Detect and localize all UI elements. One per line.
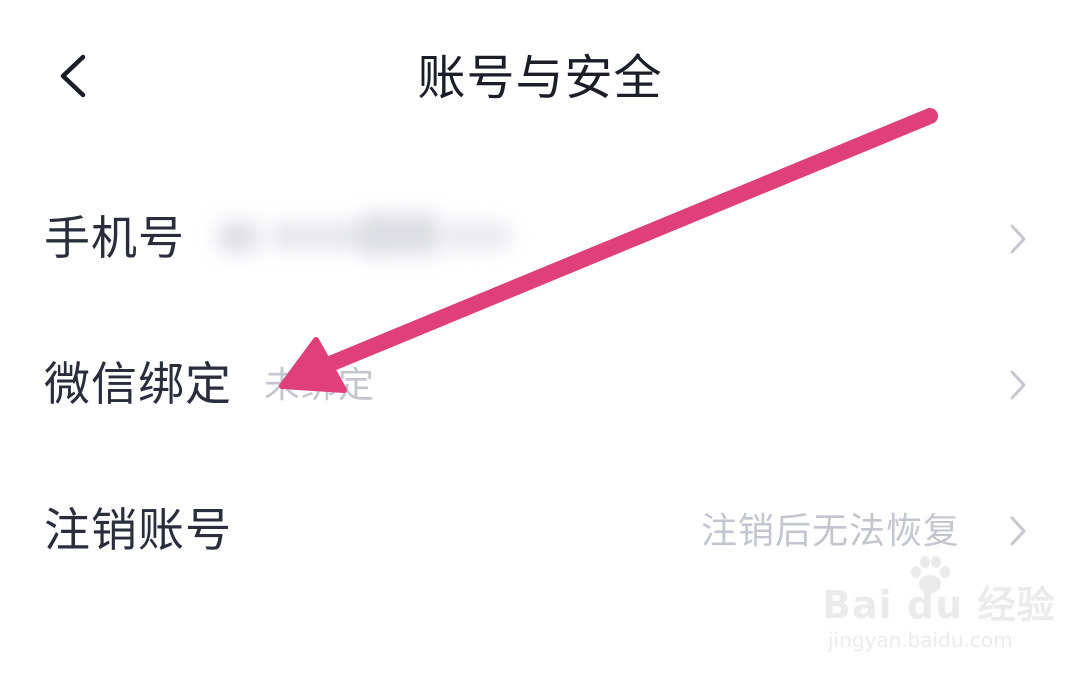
chevron-right-icon <box>1010 370 1026 400</box>
navigation-bar: 账号与安全 <box>0 0 1080 160</box>
delete-account-label: 注销账号 <box>44 503 232 557</box>
baidu-jingyan-watermark: Bai du 经验 jingyan.baidu.com <box>822 556 1054 652</box>
watermark-brand: Bai du 经验 <box>822 583 1056 627</box>
phone-label: 手机号 <box>44 211 185 265</box>
chevron-right-icon <box>1010 224 1026 254</box>
delete-account-hint: 注销后无法恢复 <box>700 511 960 552</box>
watermark-url: jingyan.baidu.com <box>828 628 1013 652</box>
wechat-binding-label: 微信绑定 <box>44 357 232 411</box>
settings-row-wechat[interactable]: 微信绑定 未绑定 <box>0 324 1080 444</box>
settings-row-phone[interactable]: 手机号 <box>0 178 1080 298</box>
page-title: 账号与安全 <box>417 50 663 106</box>
wechat-binding-status: 未绑定 <box>264 365 376 406</box>
chevron-right-icon <box>1010 516 1026 546</box>
phone-number-redacted <box>210 200 520 270</box>
